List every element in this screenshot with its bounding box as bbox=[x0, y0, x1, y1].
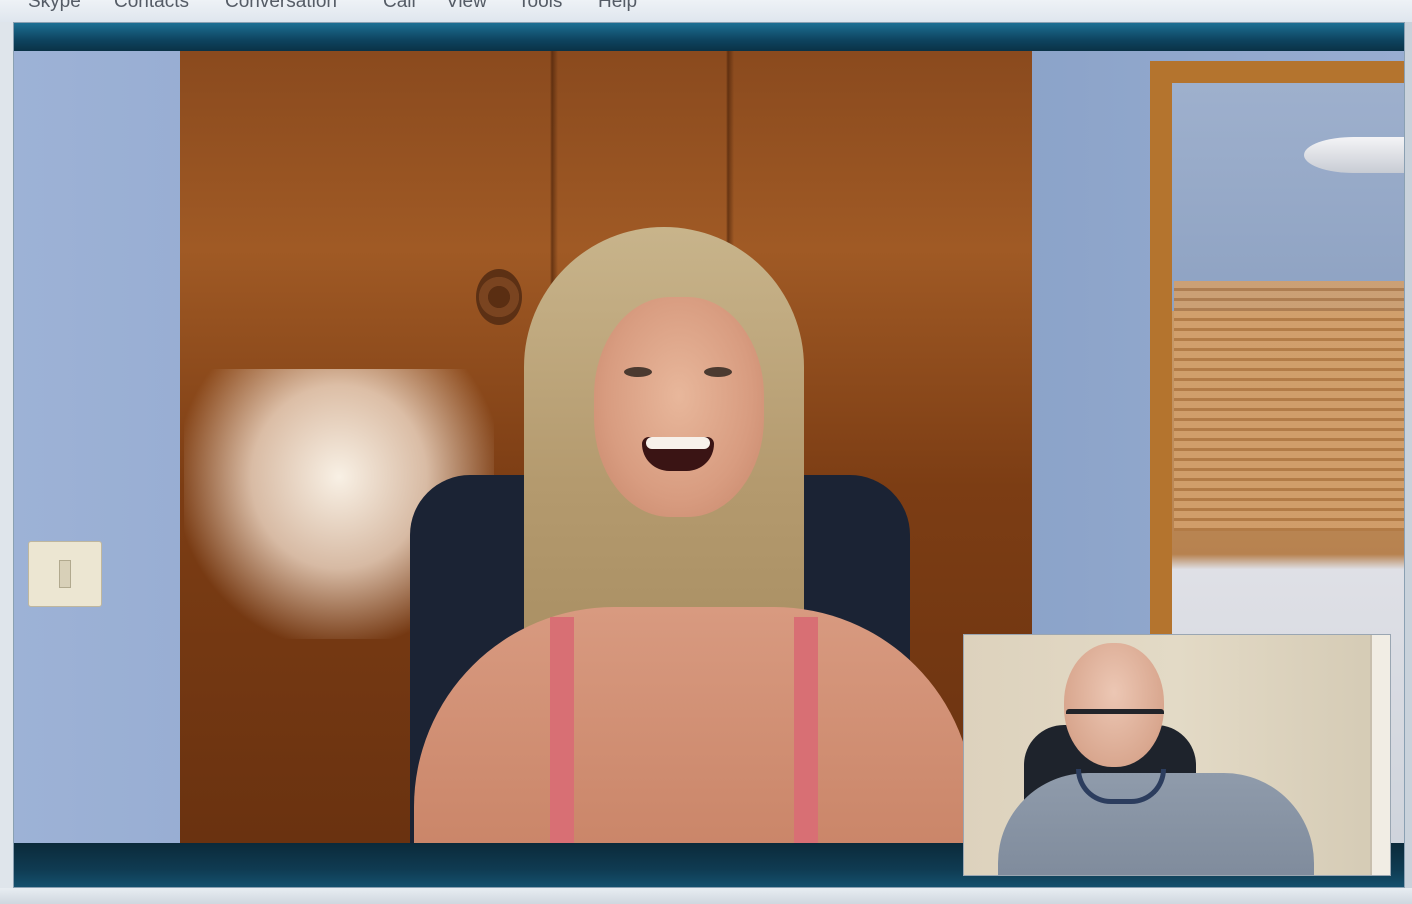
menu-tools[interactable]: Tools bbox=[518, 0, 562, 13]
self-preview-head bbox=[1064, 643, 1164, 767]
video-ceiling-lamp bbox=[1304, 137, 1404, 173]
window-bottom-border bbox=[0, 888, 1412, 904]
self-preview-door bbox=[1370, 635, 1390, 875]
menu-conversation[interactable]: Conversation bbox=[225, 0, 337, 13]
video-light-switch bbox=[28, 541, 102, 607]
participant-strap-right bbox=[794, 617, 818, 843]
menu-contacts[interactable]: Contacts bbox=[114, 0, 189, 13]
participant-teeth bbox=[646, 437, 710, 449]
self-preview-glasses bbox=[1066, 709, 1164, 732]
remote-participant bbox=[374, 227, 974, 843]
menu-call[interactable]: Call bbox=[383, 0, 416, 13]
participant-face bbox=[594, 297, 764, 517]
menu-help[interactable]: Help bbox=[598, 0, 637, 13]
participant-eye-left bbox=[624, 367, 652, 377]
participant-strap-left bbox=[550, 617, 574, 843]
call-top-bar bbox=[14, 23, 1404, 51]
self-preview-video[interactable] bbox=[963, 634, 1391, 876]
window-left-border bbox=[0, 22, 13, 892]
participant-eye-right bbox=[704, 367, 732, 377]
video-window-blinds bbox=[1174, 281, 1404, 531]
participant-body bbox=[414, 607, 974, 843]
menu-bar: Skype Contacts Conversation Call View To… bbox=[0, 0, 1412, 22]
menu-view[interactable]: View bbox=[446, 0, 487, 13]
window-right-border bbox=[1405, 22, 1412, 892]
menu-skype[interactable]: Skype bbox=[28, 0, 81, 13]
